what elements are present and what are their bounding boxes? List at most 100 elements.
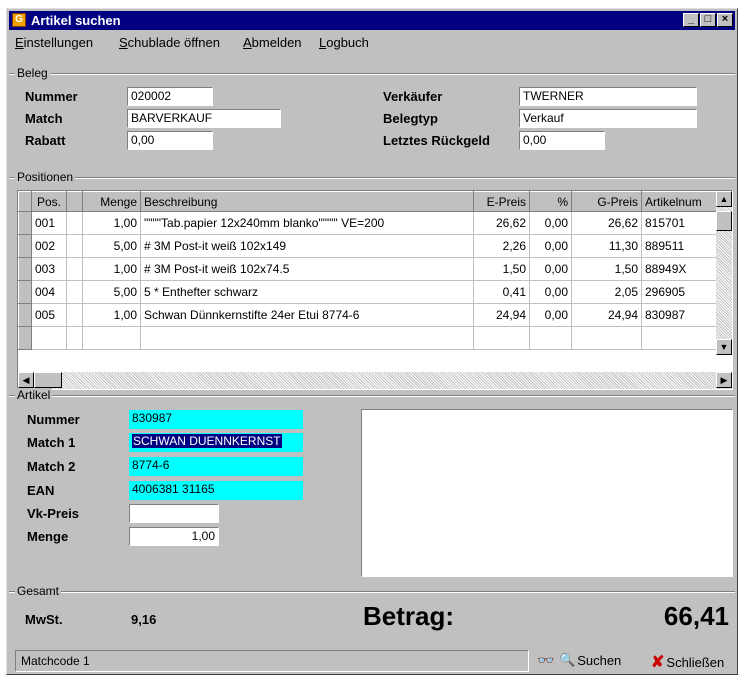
cell-prozent[interactable]: 0,00	[529, 257, 572, 281]
vk-preis-label: Vk-Preis	[27, 506, 80, 521]
table-row[interactable]: 004 5,00 5 * Enthefter schwarz 0,41 0,00…	[18, 280, 719, 304]
ean-field[interactable]: 4006381 31165	[129, 481, 303, 500]
search-document-icon: 🔍	[559, 652, 576, 667]
row-indicator[interactable]	[18, 280, 32, 304]
scroll-right-arrow-icon[interactable]: ▶	[716, 372, 732, 388]
col-header-pos[interactable]: Pos.	[31, 191, 67, 212]
table-row[interactable]: 003 1,00 # 3M Post-it weiß 102x74.5 1,50…	[18, 257, 719, 281]
cell-g-preis[interactable]: 26,62	[571, 211, 642, 235]
cell-g-preis[interactable]: 11,30	[571, 234, 642, 258]
cell-e-preis[interactable]: 2,26	[473, 234, 530, 258]
cell-e-preis[interactable]: 1,50	[473, 257, 530, 281]
cell-menge[interactable]: 1,00	[82, 303, 141, 327]
menu-einstellungen[interactable]: Einstellungen	[15, 35, 93, 50]
col-header-beschreibung[interactable]: Beschreibung	[140, 191, 474, 212]
cell-artikelnummer[interactable]: 830987	[641, 303, 719, 327]
table-row[interactable]: 002 5,00 # 3M Post-it weiß 102x149 2,26 …	[18, 234, 719, 258]
menge-field[interactable]: 1,00	[129, 527, 219, 546]
status-bar: Matchcode 1	[15, 650, 529, 672]
cell-prozent[interactable]: 0,00	[529, 303, 572, 327]
vertical-scrollbar[interactable]: ▲ ▼	[716, 191, 732, 355]
close-x-icon: ✘	[651, 654, 665, 671]
menu-logbuch[interactable]: Logbuch	[319, 35, 369, 50]
menu-abmelden[interactable]: Abmelden	[243, 35, 302, 50]
cell-beschreibung[interactable]: # 3M Post-it weiß 102x74.5	[140, 257, 474, 281]
main-window: G Artikel suchen _ □ × Einstellungen Sch…	[6, 8, 738, 675]
cell-g-preis[interactable]: 24,94	[571, 303, 642, 327]
table-row[interactable]: 001 1,00 """"Tab.papier 12x240mm blanko"…	[18, 211, 719, 235]
cell-menge[interactable]: 5,00	[82, 280, 141, 304]
col-header-prozent[interactable]: %	[529, 191, 572, 212]
cell-e-preis[interactable]: 0,41	[473, 280, 530, 304]
menu-schublade-oeffnen[interactable]: Schublade öffnen	[119, 35, 220, 50]
beleg-nummer-field[interactable]: 020002	[127, 87, 213, 106]
title-bar[interactable]: G Artikel suchen _ □ ×	[9, 11, 735, 30]
row-indicator[interactable]	[18, 303, 32, 327]
cell-beschreibung[interactable]: """"Tab.papier 12x240mm blanko""""' VE=2…	[140, 211, 474, 235]
scroll-thumb[interactable]	[716, 211, 732, 231]
cell-g-preis[interactable]: 2,05	[571, 280, 642, 304]
col-header-g-preis[interactable]: G-Preis	[571, 191, 642, 212]
match2-field[interactable]: 8774-6	[129, 457, 303, 476]
artikel-nummer-field[interactable]: 830987	[129, 410, 303, 429]
cell-artikelnummer[interactable]: 296905	[641, 280, 719, 304]
horizontal-scrollbar[interactable]: ◀ ▶	[18, 372, 732, 389]
menu-bar: Einstellungen Schublade öffnen Abmelden …	[9, 32, 735, 52]
cell-prozent[interactable]: 0,00	[529, 234, 572, 258]
hscroll-thumb[interactable]	[34, 372, 62, 388]
cell-artikelnummer[interactable]: 815701	[641, 211, 719, 235]
table-row-empty[interactable]	[18, 326, 719, 350]
cell-beschreibung[interactable]: Schwan Dünnkernstifte 24er Etui 8774-6	[140, 303, 474, 327]
mwst-value: 9,16	[131, 612, 157, 627]
cell-prozent[interactable]: 0,00	[529, 211, 572, 235]
cell-pos[interactable]: 005	[31, 303, 67, 327]
scroll-up-arrow-icon[interactable]: ▲	[716, 191, 732, 207]
cell-pos[interactable]: 003	[31, 257, 67, 281]
cell-prozent[interactable]: 0,00	[529, 280, 572, 304]
col-header-menge[interactable]: Menge	[82, 191, 141, 212]
vk-preis-field[interactable]	[129, 504, 219, 523]
letztes-rueckgeld-field[interactable]: 0,00	[519, 131, 605, 150]
gesamt-group-label: Gesamt	[15, 584, 62, 598]
schliessen-button[interactable]: ✘ Schließen	[651, 652, 724, 672]
match1-selected-text: SCHWAN DUENNKERNST	[132, 434, 282, 448]
row-indicator[interactable]	[18, 211, 32, 235]
cell-pos[interactable]: 001	[31, 211, 67, 235]
cell-menge[interactable]: 5,00	[82, 234, 141, 258]
beleg-rabatt-field[interactable]: 0,00	[127, 131, 213, 150]
verkaeufer-label: Verkäufer	[383, 89, 443, 104]
cell-artikelnummer[interactable]: 88949X	[641, 257, 719, 281]
close-button[interactable]: ×	[717, 13, 733, 27]
maximize-button[interactable]: □	[700, 13, 716, 27]
cell-beschreibung[interactable]: 5 * Enthefter schwarz	[140, 280, 474, 304]
cell-artikelnummer[interactable]: 889511	[641, 234, 719, 258]
cell-menge[interactable]: 1,00	[82, 257, 141, 281]
cell-pos[interactable]: 002	[31, 234, 67, 258]
belegtyp-field[interactable]: Verkauf	[519, 109, 697, 128]
scroll-down-arrow-icon[interactable]: ▼	[716, 339, 732, 355]
row-indicator[interactable]	[18, 326, 32, 350]
beleg-match-field[interactable]: BARVERKAUF	[127, 109, 281, 128]
col-header-artikelnummer[interactable]: Artikelnum	[641, 191, 719, 212]
row-indicator[interactable]	[18, 257, 32, 281]
table-row[interactable]: 005 1,00 Schwan Dünnkernstifte 24er Etui…	[18, 303, 719, 327]
cell-pos[interactable]: 004	[31, 280, 67, 304]
cell-e-preis[interactable]: 26,62	[473, 211, 530, 235]
row-indicator[interactable]	[18, 234, 32, 258]
binoculars-button[interactable]: 👓	[537, 652, 554, 669]
verkaeufer-field[interactable]: TWERNER	[519, 87, 697, 106]
match1-field[interactable]: SCHWAN DUENNKERNST	[129, 433, 303, 452]
suchen-button[interactable]: 🔍 Suchen	[559, 652, 621, 668]
status-text: Matchcode 1	[21, 654, 90, 668]
app-icon: G	[12, 13, 26, 27]
cell-menge[interactable]: 1,00	[82, 211, 141, 235]
minimize-button[interactable]: _	[683, 13, 699, 27]
cell-g-preis[interactable]: 1,50	[571, 257, 642, 281]
positionen-grid[interactable]: Pos. Menge Beschreibung E-Preis % G-Prei…	[17, 190, 733, 390]
col-header-e-preis[interactable]: E-Preis	[473, 191, 530, 212]
artikel-details-panel[interactable]	[361, 409, 733, 577]
cell-e-preis[interactable]: 24,94	[473, 303, 530, 327]
table-header-row: Pos. Menge Beschreibung E-Preis % G-Prei…	[18, 191, 719, 212]
cell-beschreibung[interactable]: # 3M Post-it weiß 102x149	[140, 234, 474, 258]
scroll-left-arrow-icon[interactable]: ◀	[18, 372, 34, 388]
